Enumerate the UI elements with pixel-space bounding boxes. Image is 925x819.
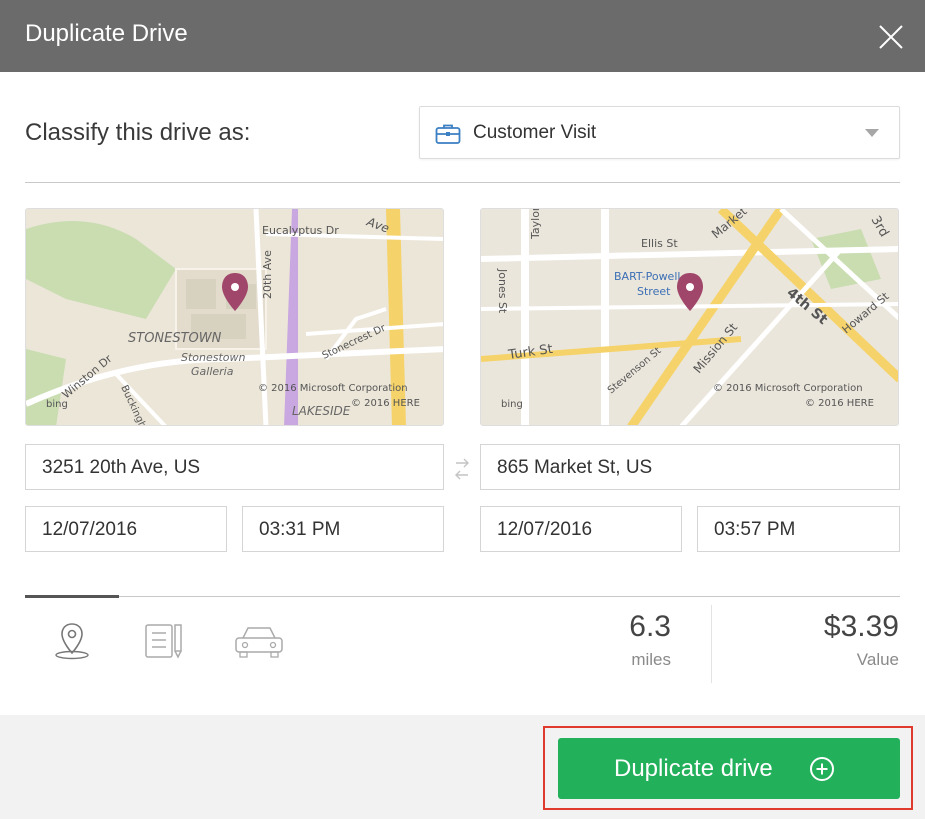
category-select[interactable]: Customer Visit — [419, 106, 900, 159]
map-copyright: © 2016 HERE — [351, 398, 420, 409]
map-label: Eucalyptus Dr — [262, 224, 339, 237]
duplicate-drive-label: Duplicate drive — [614, 755, 773, 782]
map-label: Galleria — [191, 365, 234, 378]
end-time-field[interactable]: 03:57 PM — [697, 506, 900, 552]
bing-logo: bing — [46, 399, 68, 410]
end-address-field[interactable]: 865 Market St, US — [480, 444, 900, 490]
map-label: BART-Powell — [614, 270, 680, 283]
distance-unit: miles — [631, 650, 671, 669]
map-copyright: © 2016 Microsoft Corporation — [713, 383, 863, 394]
map-label: STONESTOWN — [128, 331, 222, 346]
map-copyright: © 2016 Microsoft Corporation — [258, 383, 408, 394]
start-date-field[interactable]: 12/07/2016 — [25, 506, 227, 552]
value-label: Value — [856, 650, 899, 669]
map-label: Stonestown — [181, 351, 246, 364]
dialog-header: Duplicate Drive — [0, 0, 925, 72]
tab-divider — [25, 596, 900, 597]
map-label: Jones St — [496, 268, 509, 314]
distance-value: 6.3 — [629, 610, 671, 643]
plus-circle-icon — [810, 757, 834, 781]
close-icon[interactable] — [876, 22, 906, 52]
map-label: LAKESIDE — [292, 404, 351, 418]
briefcase-icon — [435, 124, 461, 144]
chevron-down-icon — [865, 129, 879, 137]
end-map[interactable]: Ellis St Market Jones St Turk St Stevens… — [480, 208, 899, 426]
start-time-field[interactable]: 03:31 PM — [242, 506, 444, 552]
divider — [25, 182, 900, 183]
active-tab-indicator — [25, 595, 119, 598]
duplicate-drive-button[interactable]: Duplicate drive — [558, 738, 900, 799]
map-copyright: © 2016 HERE — [805, 398, 874, 409]
value-amount: $3.39 — [823, 610, 899, 643]
location-pin-icon[interactable] — [52, 620, 92, 662]
map-label: Taylor St — [529, 209, 542, 240]
start-address-field[interactable]: 3251 20th Ave, US — [25, 444, 444, 490]
notes-icon[interactable] — [143, 622, 185, 660]
category-value: Customer Visit — [473, 122, 597, 143]
map-label: Street — [637, 285, 671, 298]
start-map[interactable]: Eucalyptus Dr 20th Ave Ave Winston Dr Bu… — [25, 208, 444, 426]
bing-logo: bing — [501, 399, 523, 410]
swap-icon[interactable] — [452, 455, 472, 483]
end-date-field[interactable]: 12/07/2016 — [480, 506, 682, 552]
stats-divider — [711, 605, 712, 683]
classify-label: Classify this drive as: — [25, 119, 251, 146]
dialog-title: Duplicate Drive — [25, 20, 188, 47]
map-label: Ellis St — [641, 237, 678, 250]
map-label: 20th Ave — [261, 250, 274, 299]
car-icon[interactable] — [233, 624, 285, 660]
